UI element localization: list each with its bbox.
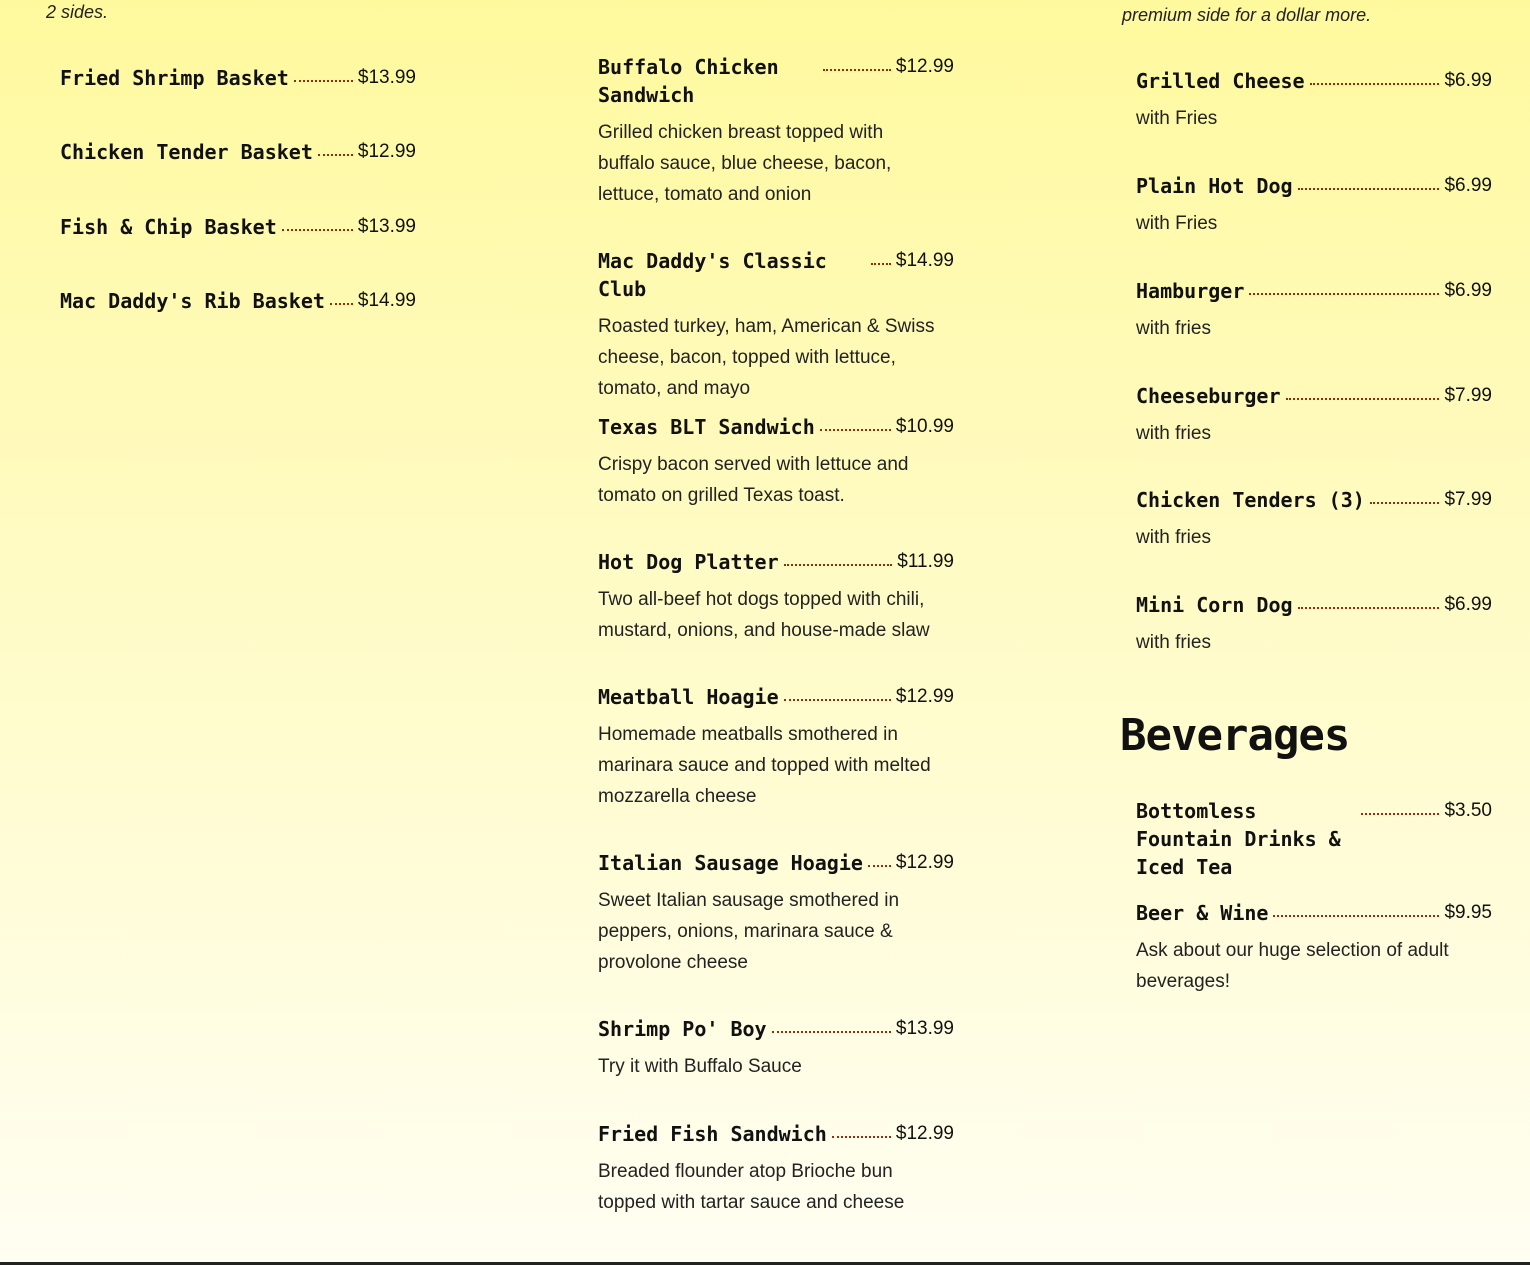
- item-name: Chicken Tender Basket: [60, 140, 313, 164]
- item-price: $6.99: [1444, 594, 1492, 615]
- item-name: Bottomless Fountain Drinks & Iced Tea: [1136, 799, 1341, 879]
- menu-item-cheeseburger: Cheeseburger $7.99 with fries: [1136, 382, 1492, 449]
- item-price: $7.99: [1444, 385, 1492, 406]
- item-name: Fried Shrimp Basket: [60, 66, 289, 90]
- item-description: with fries: [1136, 318, 1211, 339]
- item-price: $13.99: [357, 216, 416, 237]
- leader-dots: [831, 1120, 891, 1138]
- item-price: $10.99: [895, 416, 954, 437]
- item-price: $12.99: [357, 141, 416, 162]
- leader-dots: [867, 849, 891, 867]
- leader-dots: [819, 413, 891, 431]
- menu-item-plain-hot-dog: Plain Hot Dog $6.99 with Fries: [1136, 172, 1492, 239]
- item-description: with Fries: [1136, 213, 1218, 234]
- item-price: $11.99: [897, 551, 954, 572]
- item-price: $3.50: [1444, 800, 1492, 821]
- col1-note: 2 sides.: [46, 2, 109, 22]
- leader-dots: [1285, 382, 1440, 400]
- leader-dots: [1369, 486, 1440, 504]
- item-price: $12.99: [895, 852, 954, 873]
- item-price: $12.99: [895, 1123, 954, 1144]
- menu-item-classic-club: Mac Daddy's Classic Club $14.99 Roasted t…: [598, 247, 954, 404]
- leader-dots: [783, 548, 893, 566]
- menu-item-meatball-hoagie: Meatball Hoagie $12.99 Homemade meatballs…: [598, 683, 954, 812]
- item-name: Texas BLT Sandwich: [598, 415, 815, 439]
- leader-dots: [1297, 172, 1440, 190]
- item-price: $13.99: [357, 67, 416, 88]
- leader-dots: [783, 683, 891, 701]
- item-price: $14.99: [895, 250, 954, 271]
- leader-dots: [1249, 277, 1440, 295]
- item-name: Beer & Wine: [1136, 901, 1269, 925]
- menu-item-fried-shrimp-basket: Fried Shrimp Basket $13.99: [60, 64, 416, 92]
- item-description: Grilled chicken breast topped with buffa…: [598, 122, 892, 205]
- item-description: with fries: [1136, 632, 1211, 653]
- leader-dots: [317, 138, 353, 156]
- item-price: $14.99: [357, 290, 416, 311]
- item-description: Sweet Italian sausage smothered in peppe…: [598, 890, 900, 973]
- item-name: Hamburger: [1136, 279, 1245, 303]
- leader-dots: [823, 53, 891, 71]
- item-price: $6.99: [1444, 280, 1492, 301]
- item-price: $9.95: [1444, 902, 1492, 923]
- menu-item-grilled-cheese: Grilled Cheese $6.99 with Fries: [1136, 67, 1492, 134]
- leader-dots: [870, 247, 891, 265]
- menu-item-chicken-tenders: Chicken Tenders (3) $7.99 with fries: [1136, 486, 1492, 553]
- item-name: Mac Daddy's Rib Basket: [60, 289, 325, 313]
- leader-dots: [329, 287, 353, 305]
- menu-item-rib-basket: Mac Daddy's Rib Basket $14.99: [60, 287, 416, 315]
- menu-item-mini-corn-dog: Mini Corn Dog $6.99 with fries: [1136, 591, 1492, 658]
- item-name: Grilled Cheese: [1136, 69, 1305, 93]
- leader-dots: [293, 64, 353, 82]
- item-name: Mini Corn Dog: [1136, 593, 1293, 617]
- menu-item-fountain-drinks: Bottomless Fountain Drinks & Iced Tea $3.…: [1136, 797, 1492, 881]
- item-description: with Fries: [1136, 108, 1218, 129]
- item-name: Buffalo Chicken Sandwich: [598, 55, 779, 107]
- item-description: with fries: [1136, 423, 1211, 444]
- menu-item-buffalo-chicken-sandwich: Buffalo Chicken Sandwich $12.99 Grilled c…: [598, 53, 954, 210]
- item-name: Chicken Tenders (3): [1136, 488, 1365, 512]
- leader-dots: [1273, 899, 1440, 917]
- item-name: Meatball Hoagie: [598, 685, 779, 709]
- item-name: Mac Daddy's Classic Club: [598, 249, 827, 301]
- menu-item-chicken-tender-basket: Chicken Tender Basket $12.99: [60, 138, 416, 166]
- item-description: Two all-beef hot dogs topped with chili,…: [598, 589, 930, 641]
- menu-item-hot-dog-platter: Hot Dog Platter $11.99 Two all-beef hot d…: [598, 548, 954, 646]
- item-description: Ask about our huge selection of adult be…: [1136, 940, 1449, 992]
- leader-dots: [1361, 797, 1440, 815]
- section-heading-beverages: Beverages: [1120, 710, 1350, 761]
- item-price: $12.99: [895, 56, 954, 77]
- item-name: Fried Fish Sandwich: [598, 1122, 827, 1146]
- item-description: Breaded flounder atop Brioche bun topped…: [598, 1161, 905, 1213]
- menu-item-beer-wine: Beer & Wine $9.95 Ask about our huge sele…: [1136, 899, 1492, 997]
- col2-top-fragment: with lettuce and tomato: [598, 0, 793, 9]
- item-name: Hot Dog Platter: [598, 550, 779, 574]
- leader-dots: [771, 1015, 891, 1033]
- menu-item-hamburger: Hamburger $6.99 with fries: [1136, 277, 1492, 344]
- item-description: Try it with Buffalo Sauce: [598, 1056, 802, 1077]
- col3-note: premium side for a dollar more.: [1122, 5, 1372, 25]
- item-price: $7.99: [1444, 489, 1492, 510]
- item-name: Italian Sausage Hoagie: [598, 851, 863, 875]
- item-price: $6.99: [1444, 70, 1492, 91]
- item-description: Homemade meatballs smothered in marinara…: [598, 724, 931, 807]
- item-description: with fries: [1136, 527, 1211, 548]
- leader-dots: [281, 213, 353, 231]
- item-price: $12.99: [895, 686, 954, 707]
- menu-item-texas-blt: Texas BLT Sandwich $10.99 Crispy bacon se…: [598, 413, 954, 511]
- item-price: $13.99: [895, 1018, 954, 1039]
- leader-dots: [1309, 67, 1440, 85]
- leader-dots: [1297, 591, 1440, 609]
- item-description: Roasted turkey, ham, American & Swiss ch…: [598, 316, 935, 399]
- menu-item-italian-sausage-hoagie: Italian Sausage Hoagie $12.99 Sweet Itali…: [598, 849, 954, 978]
- item-name: Fish & Chip Basket: [60, 215, 277, 239]
- item-name: Plain Hot Dog: [1136, 174, 1293, 198]
- menu-item-fried-fish-sandwich: Fried Fish Sandwich $12.99 Breaded flound…: [598, 1120, 954, 1218]
- menu-item-fish-chip-basket: Fish & Chip Basket $13.99: [60, 213, 416, 241]
- menu-item-shrimp-po-boy: Shrimp Po' Boy $13.99 Try it with Buffalo…: [598, 1015, 954, 1082]
- item-name: Shrimp Po' Boy: [598, 1017, 767, 1041]
- item-price: $6.99: [1444, 175, 1492, 196]
- item-name: Cheeseburger: [1136, 384, 1281, 408]
- item-description: Crispy bacon served with lettuce and tom…: [598, 454, 909, 506]
